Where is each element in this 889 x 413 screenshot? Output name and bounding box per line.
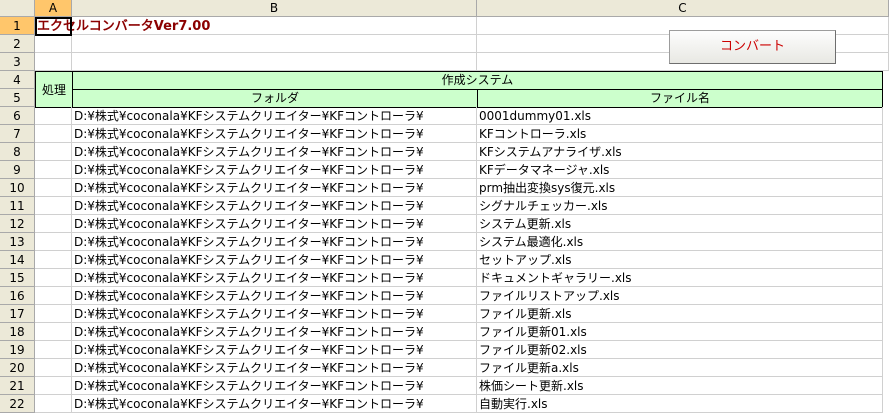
row-header[interactable]: 22 bbox=[0, 395, 35, 413]
process-cell[interactable] bbox=[35, 323, 72, 341]
process-cell[interactable] bbox=[35, 377, 72, 395]
row-header[interactable]: 12 bbox=[0, 215, 35, 233]
folder-cell[interactable]: D:¥株式¥coconala¥KFシステムクリエイター¥KFコントローラ¥ bbox=[72, 125, 477, 143]
folder-cell[interactable]: D:¥株式¥coconala¥KFシステムクリエイター¥KFコントローラ¥ bbox=[72, 233, 477, 251]
row-header[interactable]: 6 bbox=[0, 107, 35, 125]
row-header[interactable]: 1 bbox=[0, 17, 35, 35]
folder-cell[interactable]: D:¥株式¥coconala¥KFシステムクリエイター¥KFコントローラ¥ bbox=[72, 251, 477, 269]
row-header[interactable]: 20 bbox=[0, 359, 35, 377]
filename-header: ファイル名 bbox=[477, 89, 883, 108]
folder-cell[interactable]: D:¥株式¥coconala¥KFシステムクリエイター¥KFコントローラ¥ bbox=[72, 341, 477, 359]
folder-cell[interactable]: D:¥株式¥coconala¥KFシステムクリエイター¥KFコントローラ¥ bbox=[72, 305, 477, 323]
filename-cell[interactable]: シグナルチェッカー.xls bbox=[477, 197, 883, 215]
column-header-a[interactable]: A bbox=[35, 0, 72, 17]
process-cell[interactable] bbox=[35, 341, 72, 359]
filename-cell[interactable]: システム更新.xls bbox=[477, 215, 883, 233]
column-header-b[interactable]: B bbox=[72, 0, 477, 17]
folder-cell[interactable]: D:¥株式¥coconala¥KFシステムクリエイター¥KFコントローラ¥ bbox=[72, 179, 477, 197]
row-header[interactable]: 4 bbox=[0, 71, 35, 89]
row-header[interactable]: 10 bbox=[0, 179, 35, 197]
row-header[interactable]: 13 bbox=[0, 233, 35, 251]
folder-cell[interactable]: D:¥株式¥coconala¥KFシステムクリエイター¥KFコントローラ¥ bbox=[72, 215, 477, 233]
folder-cell[interactable]: D:¥株式¥coconala¥KFシステムクリエイター¥KFコントローラ¥ bbox=[72, 323, 477, 341]
row-header[interactable]: 18 bbox=[0, 323, 35, 341]
select-all-corner[interactable] bbox=[0, 0, 35, 17]
process-cell[interactable] bbox=[35, 107, 72, 125]
process-cell[interactable] bbox=[35, 161, 72, 179]
folder-cell[interactable]: D:¥株式¥coconala¥KFシステムクリエイター¥KFコントローラ¥ bbox=[72, 269, 477, 287]
row-header[interactable]: 3 bbox=[0, 53, 35, 71]
filename-cell[interactable]: 株価シート更新.xls bbox=[477, 377, 883, 395]
folder-cell[interactable]: D:¥株式¥coconala¥KFシステムクリエイター¥KFコントローラ¥ bbox=[72, 395, 477, 413]
filename-cell[interactable]: KFシステムアナライザ.xls bbox=[477, 143, 883, 161]
active-cell-a1[interactable] bbox=[35, 17, 72, 36]
grid-cell[interactable] bbox=[35, 35, 72, 53]
system-header: 作成システム bbox=[72, 71, 883, 90]
folder-cell[interactable]: D:¥株式¥coconala¥KFシステムクリエイター¥KFコントローラ¥ bbox=[72, 359, 477, 377]
row-header[interactable]: 19 bbox=[0, 341, 35, 359]
process-cell[interactable] bbox=[35, 251, 72, 269]
row-header[interactable]: 11 bbox=[0, 197, 35, 215]
filename-cell[interactable]: ファイル更新a.xls bbox=[477, 359, 883, 377]
row-header[interactable]: 5 bbox=[0, 89, 35, 107]
folder-cell[interactable]: D:¥株式¥coconala¥KFシステムクリエイター¥KFコントローラ¥ bbox=[72, 197, 477, 215]
folder-cell[interactable]: D:¥株式¥coconala¥KFシステムクリエイター¥KFコントローラ¥ bbox=[72, 287, 477, 305]
folder-cell[interactable]: D:¥株式¥coconala¥KFシステムクリエイター¥KFコントローラ¥ bbox=[72, 377, 477, 395]
row-header[interactable]: 9 bbox=[0, 161, 35, 179]
filename-cell[interactable]: prm抽出変換sys復元.xls bbox=[477, 179, 883, 197]
process-cell[interactable] bbox=[35, 233, 72, 251]
process-cell[interactable] bbox=[35, 125, 72, 143]
process-cell[interactable] bbox=[35, 305, 72, 323]
folder-cell[interactable]: D:¥株式¥coconala¥KFシステムクリエイター¥KFコントローラ¥ bbox=[72, 161, 477, 179]
filename-cell[interactable]: セットアップ.xls bbox=[477, 251, 883, 269]
folder-cell[interactable]: D:¥株式¥coconala¥KFシステムクリエイター¥KFコントローラ¥ bbox=[72, 143, 477, 161]
row-header[interactable]: 16 bbox=[0, 287, 35, 305]
filename-cell[interactable]: ファイル更新02.xls bbox=[477, 341, 883, 359]
process-cell[interactable] bbox=[35, 359, 72, 377]
grid-cell[interactable] bbox=[72, 53, 477, 71]
process-cell[interactable] bbox=[35, 269, 72, 287]
column-header-c[interactable]: C bbox=[477, 0, 889, 17]
row-header[interactable]: 8 bbox=[0, 143, 35, 161]
row-header[interactable]: 15 bbox=[0, 269, 35, 287]
row-header[interactable]: 7 bbox=[0, 125, 35, 143]
folder-header: フォルダ bbox=[72, 89, 478, 108]
row-header[interactable]: 21 bbox=[0, 377, 35, 395]
filename-cell[interactable]: 自動実行.xls bbox=[477, 395, 883, 413]
process-cell[interactable] bbox=[35, 143, 72, 161]
convert-button[interactable]: コンバート bbox=[669, 30, 836, 64]
process-cell[interactable] bbox=[35, 179, 72, 197]
filename-cell[interactable]: 0001dummy01.xls bbox=[477, 107, 883, 125]
filename-cell[interactable]: ファイルリストアップ.xls bbox=[477, 287, 883, 305]
filename-cell[interactable]: ファイル更新01.xls bbox=[477, 323, 883, 341]
row-header[interactable]: 14 bbox=[0, 251, 35, 269]
grid-cell[interactable] bbox=[35, 53, 72, 71]
filename-cell[interactable]: KFデータマネージャ.xls bbox=[477, 161, 883, 179]
process-cell[interactable] bbox=[35, 287, 72, 305]
filename-cell[interactable]: KFコントローラ.xls bbox=[477, 125, 883, 143]
process-header: 処理 bbox=[35, 71, 73, 108]
process-cell[interactable] bbox=[35, 215, 72, 233]
row-header[interactable]: 2 bbox=[0, 35, 35, 53]
filename-cell[interactable]: ファイル更新.xls bbox=[477, 305, 883, 323]
folder-cell[interactable]: D:¥株式¥coconala¥KFシステムクリエイター¥KFコントローラ¥ bbox=[72, 107, 477, 125]
row-header[interactable]: 17 bbox=[0, 305, 35, 323]
filename-cell[interactable]: システム最適化.xls bbox=[477, 233, 883, 251]
grid-cell[interactable] bbox=[72, 35, 477, 53]
process-cell[interactable] bbox=[35, 197, 72, 215]
process-cell[interactable] bbox=[35, 395, 72, 413]
filename-cell[interactable]: ドキュメントギャラリー.xls bbox=[477, 269, 883, 287]
